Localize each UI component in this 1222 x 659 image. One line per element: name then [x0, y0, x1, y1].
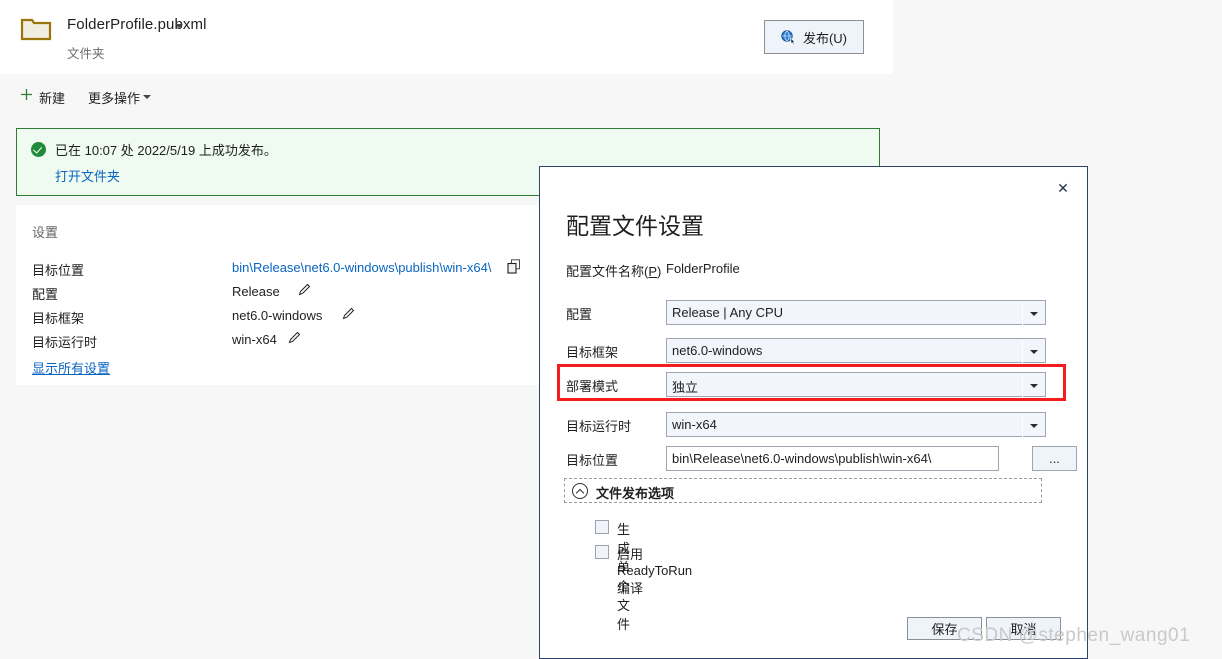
settings-value-target-runtime: win-x64 [232, 332, 277, 347]
success-check-icon [31, 142, 46, 157]
publish-button[interactable]: 发布(U) [764, 20, 864, 54]
enable-readytorun-checkbox[interactable] [595, 545, 609, 559]
watermark: CSDN @stephen_wang01 [957, 625, 1190, 647]
target-framework-combobox-value: net6.0-windows [672, 343, 762, 358]
open-folder-link[interactable]: 打开文件夹 [55, 166, 120, 185]
deployment-mode-combobox-value: 独立 [672, 377, 698, 396]
settings-title: 设置 [32, 222, 58, 241]
folder-icon [20, 16, 52, 42]
profile-name-value: FolderProfile [666, 261, 740, 276]
dialog-title: 配置文件设置 [566, 207, 704, 241]
field-label-deployment-mode: 部署模式 [566, 376, 618, 395]
more-actions-button[interactable]: 更多操作 [88, 88, 140, 107]
plus-icon [20, 88, 33, 101]
new-button[interactable]: 新建 [39, 88, 65, 107]
pencil-icon[interactable] [342, 307, 355, 320]
chevron-down-icon[interactable] [1030, 350, 1038, 354]
field-label-configuration: 配置 [566, 304, 592, 323]
target-runtime-combobox-value: win-x64 [672, 417, 717, 432]
settings-value-target-framework: net6.0-windows [232, 308, 322, 323]
show-all-settings-link[interactable]: 显示所有设置 [32, 358, 110, 377]
target-runtime-combobox[interactable]: win-x64 [666, 412, 1046, 437]
pencil-icon[interactable] [298, 283, 311, 296]
field-label-target-runtime: 目标运行时 [566, 416, 631, 435]
combobox-separator [1022, 414, 1023, 437]
pencil-icon[interactable] [288, 331, 301, 344]
target-location-input[interactable]: bin\Release\net6.0-windows\publish\win-x… [666, 446, 999, 471]
chevron-up-icon[interactable] [572, 483, 588, 499]
profile-subtitle: 文件夹 [67, 43, 105, 62]
file-publish-options-expander[interactable]: 文件发布选项 [564, 478, 1042, 503]
combobox-separator [1022, 302, 1023, 325]
file-publish-options-label: 文件发布选项 [596, 483, 674, 502]
close-icon[interactable]: ✕ [1048, 176, 1078, 202]
copy-icon[interactable] [507, 259, 521, 274]
profile-settings-dialog: ✕ 配置文件设置 配置文件名称(P) FolderProfile 配置 Rele… [539, 166, 1088, 659]
field-label-target-location: 目标位置 [566, 450, 618, 469]
settings-row-label-target-runtime: 目标运行时 [32, 332, 97, 351]
profile-name-label: 配置文件名称(P) [566, 261, 661, 280]
deployment-mode-combobox[interactable]: 独立 [666, 372, 1046, 397]
browse-button[interactable]: ... [1032, 446, 1077, 471]
chevron-down-icon[interactable] [1030, 312, 1038, 316]
profile-name-label-prefix: 配置文件名称( [566, 264, 648, 279]
combobox-separator [1022, 340, 1023, 363]
publish-toolbar: 新建 更多操作 [0, 74, 893, 118]
more-actions-chevron-down-icon[interactable] [143, 95, 151, 99]
chevron-down-icon[interactable] [1030, 384, 1038, 388]
field-label-target-framework: 目标框架 [566, 342, 618, 361]
target-location-input-value: bin\Release\net6.0-windows\publish\win-x… [672, 451, 931, 466]
publish-button-label: 发布(U) [803, 28, 847, 47]
profile-header-card: FolderProfile.pubxml 文件夹 发布(U) [0, 0, 893, 74]
produce-single-file-checkbox[interactable] [595, 520, 609, 534]
settings-row-label-target-location: 目标位置 [32, 260, 84, 279]
chevron-down-icon[interactable] [175, 24, 183, 28]
status-message: 已在 10:07 处 2022/5/19 上成功发布。 [55, 140, 277, 159]
target-framework-combobox[interactable]: net6.0-windows [666, 338, 1046, 363]
profile-name-label-accesskey: P [648, 264, 657, 279]
configuration-combobox[interactable]: Release | Any CPU [666, 300, 1046, 325]
settings-row-label-configuration: 配置 [32, 284, 58, 303]
settings-value-configuration: Release [232, 284, 280, 299]
chevron-down-icon[interactable] [1030, 424, 1038, 428]
profile-name-label-suffix: ) [657, 264, 661, 279]
combobox-separator [1022, 374, 1023, 397]
enable-readytorun-label: 启用 ReadyToRun 编译 [617, 544, 692, 597]
settings-row-label-target-framework: 目标框架 [32, 308, 84, 327]
configuration-combobox-value: Release | Any CPU [672, 305, 783, 320]
page-title: FolderProfile.pubxml [67, 16, 207, 33]
settings-value-target-location[interactable]: bin\Release\net6.0-windows\publish\win-x… [232, 260, 491, 275]
publish-globe-icon [781, 30, 797, 45]
